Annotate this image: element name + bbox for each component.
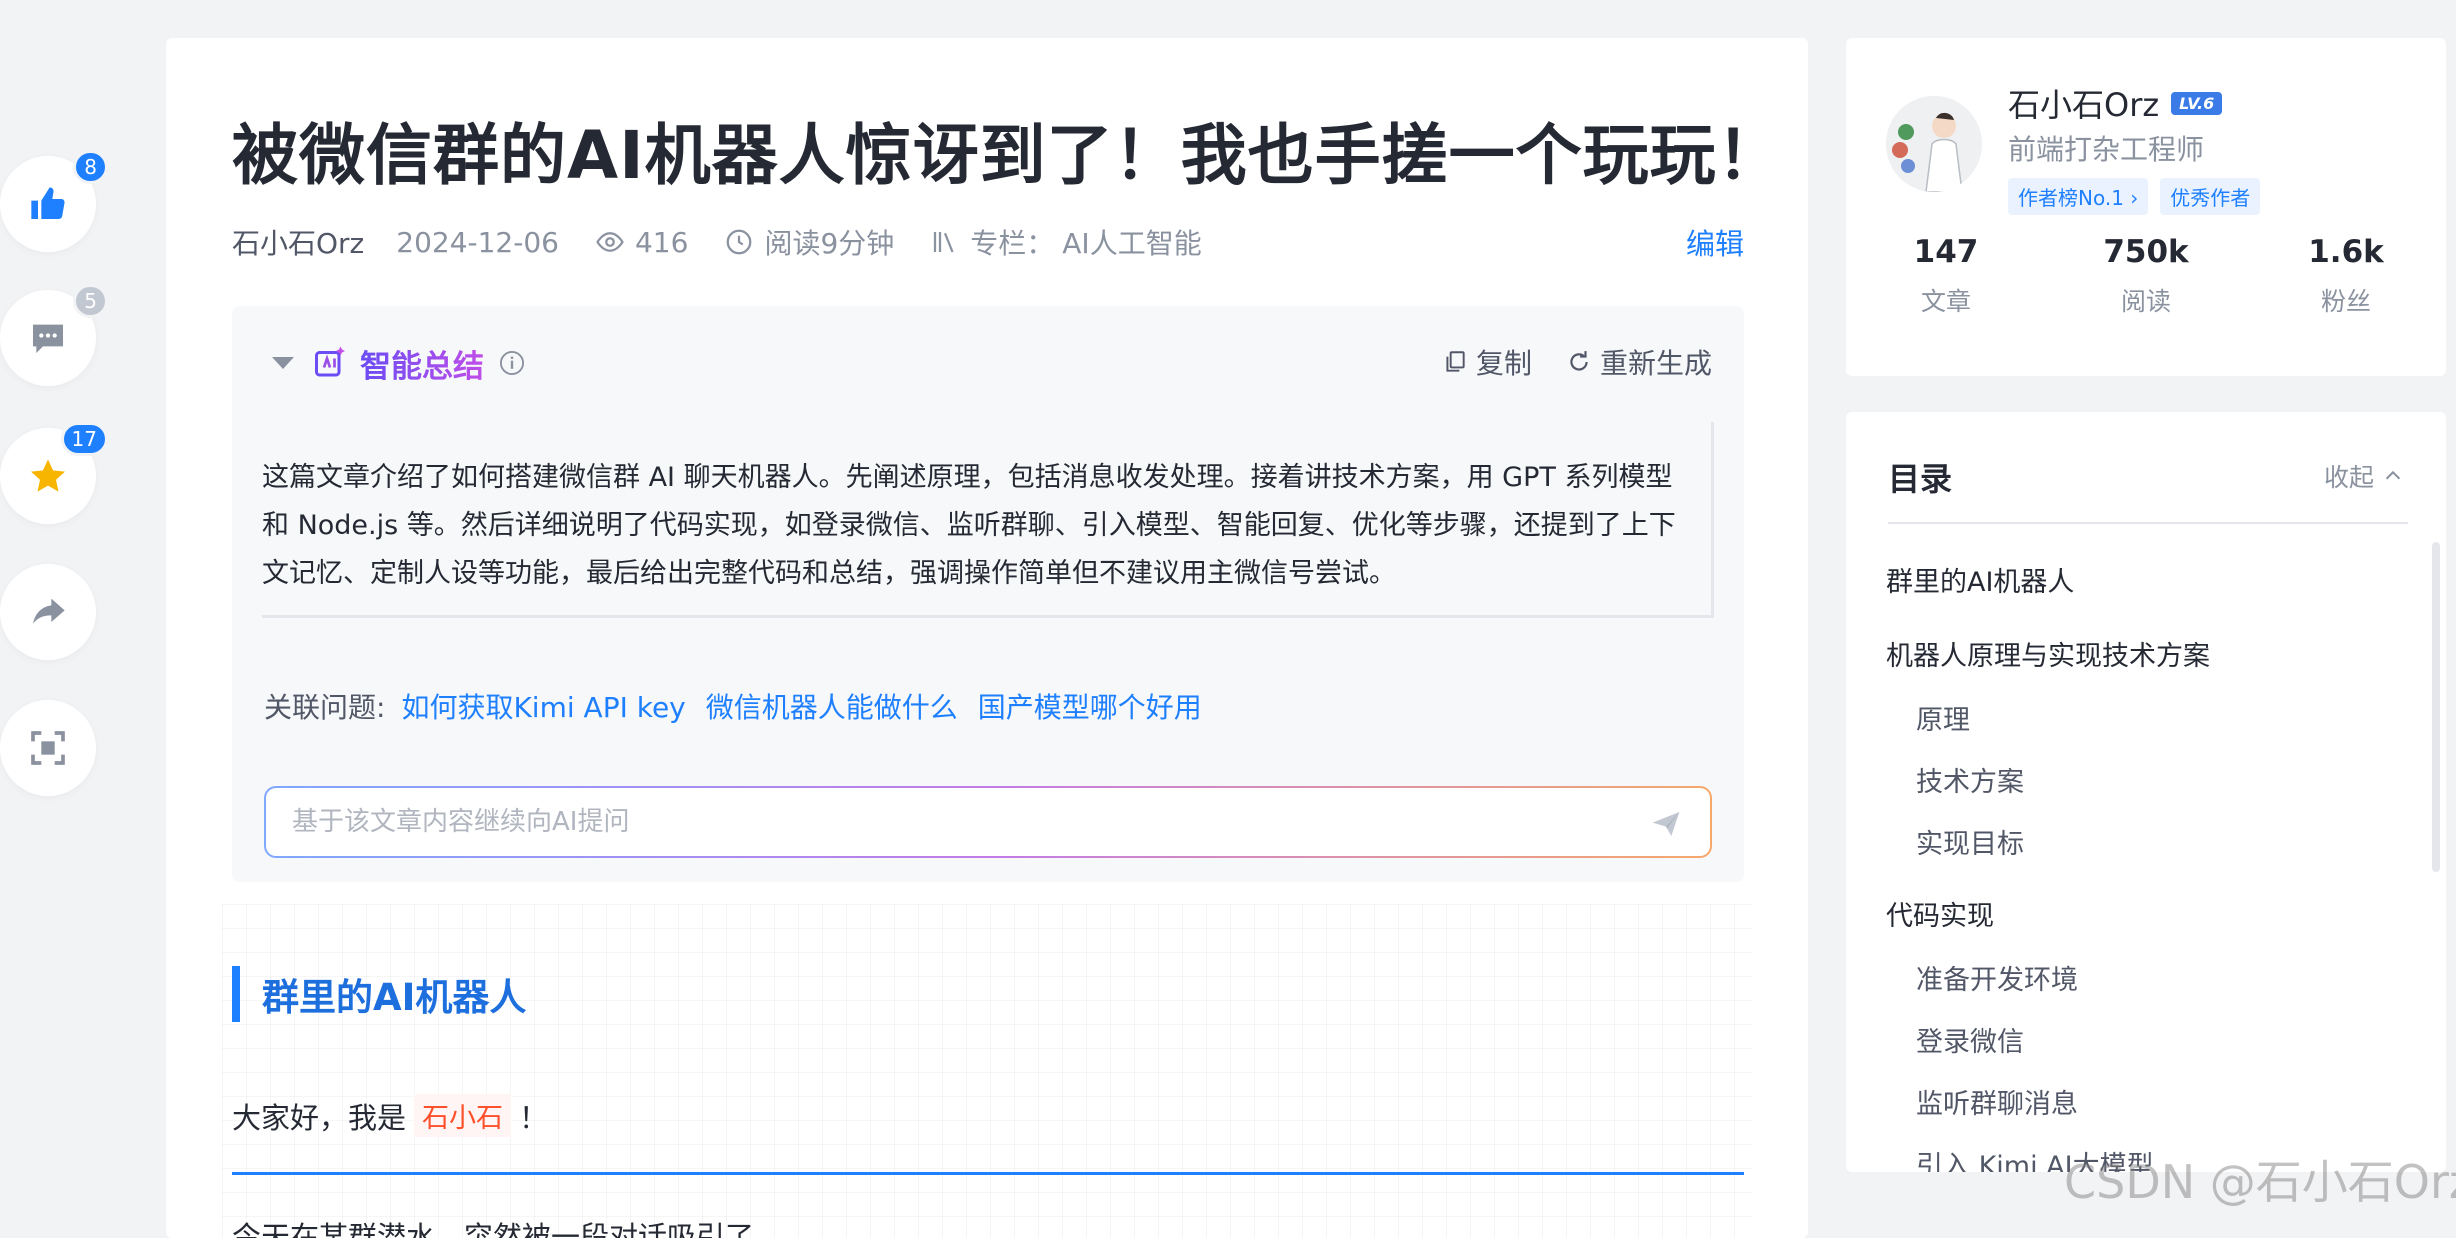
- edit-link[interactable]: 编辑: [1686, 221, 1744, 263]
- column-label: 专栏：: [970, 227, 1055, 260]
- toc-scrollbar[interactable]: [2432, 542, 2440, 872]
- ai-summary-body: 这篇文章介绍了如何搭建微信群 AI 聊天机器人。先阐述原理，包括消息收发处理。接…: [262, 422, 1714, 618]
- fullscreen-icon: [31, 731, 65, 765]
- ai-summary-text: 这篇文章介绍了如何搭建微信群 AI 聊天机器人。先阐述原理，包括消息收发处理。接…: [262, 462, 1676, 589]
- comment-icon: [33, 324, 63, 353]
- copy-label: 复制: [1475, 347, 1532, 380]
- toc-item[interactable]: 准备开发环境: [1916, 958, 2078, 997]
- view-count-value: 416: [634, 225, 689, 259]
- author-stats: 147 文章 750k 阅读 1.6k 粉丝: [1846, 234, 2446, 318]
- paragraph: 大家好，我是 石小石 ！: [232, 1094, 548, 1137]
- toc-item[interactable]: 登录微信: [1916, 1020, 2024, 1059]
- publish-date: 2024-12-06: [396, 225, 559, 259]
- toc-item[interactable]: 代码实现: [1886, 894, 1994, 933]
- related-question-link[interactable]: 如何获取Kimi API key: [401, 686, 685, 726]
- read-time-value: 阅读9分钟: [764, 227, 895, 260]
- stat-reads[interactable]: 750k 阅读: [2046, 234, 2246, 318]
- clock-icon: [727, 229, 752, 255]
- avatar[interactable]: [1886, 96, 1982, 192]
- view-count: 416: [595, 226, 688, 259]
- avatar-image: [1886, 96, 1982, 192]
- collect-button[interactable]: 17: [0, 422, 108, 524]
- stat-articles[interactable]: 147 文章: [1846, 234, 2046, 318]
- column-icon: [934, 232, 954, 253]
- toc-item[interactable]: 原理: [1916, 698, 1970, 737]
- refresh-icon: [1570, 351, 1588, 371]
- eye-icon: [596, 232, 624, 252]
- column-name[interactable]: AI人工智能: [1062, 222, 1201, 262]
- toc-item[interactable]: 实现目标: [1916, 822, 2024, 861]
- regenerate-button[interactable]: 重新生成: [1566, 342, 1712, 382]
- toc-item[interactable]: 群里的AI机器人: [1886, 560, 2074, 599]
- related-label: 关联问题:: [264, 691, 386, 724]
- thumbs-up-icon: [31, 187, 65, 219]
- greeting-end: ！: [519, 1100, 549, 1135]
- level-badge: LV.6: [2171, 91, 2223, 115]
- comment-button[interactable]: 5: [0, 284, 108, 386]
- article-meta: 石小石Orz 2024-12-06 416 阅读9分钟 专栏： AI人工智能 编…: [232, 222, 1744, 262]
- stat-number: 750k: [2103, 234, 2189, 270]
- author-link[interactable]: 石小石Orz: [232, 222, 364, 262]
- excellent-author-tag: 优秀作者: [2160, 178, 2261, 215]
- fullscreen-button[interactable]: [0, 700, 96, 796]
- related-questions: 关联问题: 如何获取Kimi API key 微信机器人能做什么 国产模型哪个好…: [264, 686, 1222, 726]
- article-title: 被微信群的AI机器人惊讶到了！我也手搓一个玩玩！: [232, 117, 1784, 194]
- ai-ask-input-wrapper: [264, 786, 1712, 858]
- ai-summary-title: 智能总结: [360, 341, 484, 386]
- collect-count-badge: 17: [60, 422, 108, 456]
- stat-followers[interactable]: 1.6k 粉丝: [2246, 234, 2446, 318]
- ai-summary-actions: 复制 重新生成: [1408, 342, 1712, 382]
- author-tags: 作者榜No.1 › 优秀作者: [2008, 178, 2272, 215]
- column-info[interactable]: 专栏： AI人工智能: [930, 222, 1202, 262]
- copy-icon: [1446, 351, 1465, 372]
- divider: [232, 1172, 1744, 1175]
- watermark-text: CSDN @石小石Orz: [2064, 1155, 2456, 1209]
- toc-card: 目录 收起 群里的AI机器人 机器人原理与实现技术方案 原理 技术方案 实现目标…: [1846, 412, 2446, 1172]
- author-name-text: 石小石Orz: [2008, 86, 2160, 124]
- toc-title: 目录: [1888, 460, 1953, 498]
- stat-label: 文章: [1920, 287, 1971, 316]
- stat-label: 阅读: [2120, 287, 2171, 316]
- paragraph: 今天在某群潜水，突然被一段对话吸引了。: [232, 1220, 784, 1238]
- author-rank-tag[interactable]: 作者榜No.1 ›: [2008, 178, 2149, 215]
- inline-code: 石小石: [414, 1094, 512, 1137]
- toc-item[interactable]: 监听群聊消息: [1916, 1082, 2078, 1121]
- chevron-up-icon: [2385, 470, 2401, 480]
- related-question-link[interactable]: 国产模型哪个好用: [978, 686, 1202, 726]
- ai-ask-input[interactable]: [290, 806, 1590, 838]
- copy-button[interactable]: 复制: [1442, 342, 1532, 382]
- article-card: 被微信群的AI机器人惊讶到了！我也手搓一个玩玩！ 石小石Orz 2024-12-…: [166, 38, 1808, 1238]
- ai-summary-header[interactable]: 智能总结: [272, 341, 526, 386]
- author-title: 前端打杂工程师: [2008, 133, 2205, 166]
- stat-label: 粉丝: [2320, 287, 2371, 316]
- ai-summary-panel: 智能总结 复制 重新生成 这篇文章介绍了如何搭建微信群 AI 聊天机器人。先阐述…: [232, 306, 1744, 882]
- send-icon[interactable]: [1650, 808, 1682, 840]
- stat-number: 1.6k: [2308, 234, 2384, 270]
- greeting-text: 大家好，我是: [232, 1100, 407, 1135]
- toc-item[interactable]: 技术方案: [1916, 760, 2024, 799]
- collapse-caret-icon[interactable]: [272, 357, 294, 369]
- toc-item[interactable]: 机器人原理与实现技术方案: [1886, 634, 2210, 673]
- like-count-badge: 8: [73, 150, 108, 184]
- author-card: 石小石Orz LV.6 前端打杂工程师 作者榜No.1 › 优秀作者 147 文…: [1846, 38, 2446, 376]
- star-icon: [31, 459, 65, 492]
- like-button[interactable]: 8: [0, 150, 108, 252]
- stat-number: 147: [1913, 234, 1979, 270]
- related-question-link[interactable]: 微信机器人能做什么: [706, 686, 958, 726]
- share-button[interactable]: [0, 564, 96, 660]
- article-content: 群里的AI机器人 大家好，我是 石小石 ！ 今天在某群潜水，突然被一段对话吸引了…: [222, 904, 1752, 1238]
- regenerate-label: 重新生成: [1599, 347, 1712, 380]
- section-heading: 群里的AI机器人: [232, 966, 526, 1022]
- author-name[interactable]: 石小石Orz LV.6: [2008, 80, 2223, 126]
- toc-divider: [1888, 522, 2408, 524]
- toc-collapse-button[interactable]: 收起: [2324, 458, 2404, 494]
- info-icon[interactable]: [498, 349, 526, 377]
- share-icon: [33, 598, 65, 624]
- ai-sparkle-icon: [315, 346, 345, 377]
- read-time: 阅读9分钟: [724, 222, 894, 262]
- toc-collapse-label: 收起: [2323, 463, 2374, 492]
- comment-count-badge: 5: [73, 284, 108, 318]
